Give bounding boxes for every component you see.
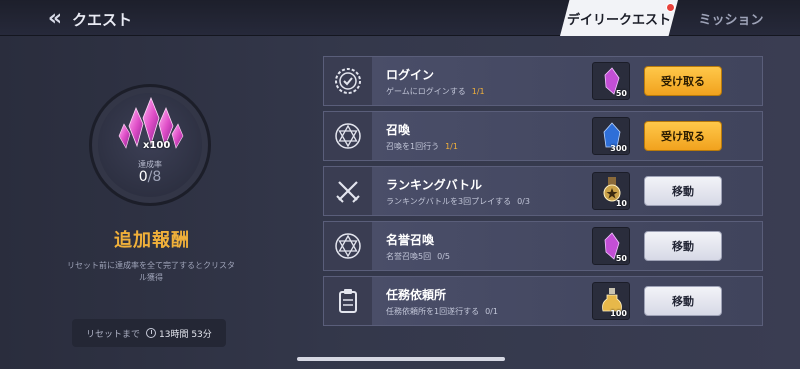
tab-mission[interactable]: ミッション (686, 0, 776, 36)
quest-desc-text: 名誉召喚5回 (386, 252, 432, 261)
summon-hexagram-icon (324, 222, 372, 270)
move-button[interactable]: 移動 (644, 176, 722, 206)
quest-desc-text: 召喚を1回行う (386, 142, 440, 151)
quest-description: ランキングバトルを3回プレイする 0/3 (386, 196, 530, 207)
tab-daily-quest[interactable]: デイリークエスト (560, 0, 678, 36)
reward-count: 50 (615, 254, 627, 263)
page-title: クエスト (72, 11, 133, 29)
login-badge-icon (324, 57, 372, 105)
quest-name: ログイン (386, 68, 435, 82)
quest-description: 任務依頼所を1回遂行する 0/1 (386, 306, 498, 317)
reward-slot: 100 (592, 282, 630, 320)
quest-desc-text: ランキングバトルを3回プレイする (386, 197, 512, 206)
reward-count: 100 (610, 309, 627, 318)
summon-hexagram-icon (324, 112, 372, 160)
completion-rate-value: 0/8 (128, 169, 172, 185)
rate-done: 0 (138, 169, 148, 185)
move-button[interactable]: 移動 (644, 286, 722, 316)
quest-description: ゲームにログインする 1/1 (386, 86, 485, 97)
quest-progress: 0/3 (517, 197, 530, 206)
reset-label: リセットまで (86, 329, 141, 340)
quest-name: ランキングバトル (386, 178, 483, 192)
reward-count: 300 (610, 144, 627, 153)
rate-total: /8 (147, 169, 162, 185)
bonus-reward-title: 追加報酬 (114, 230, 190, 251)
quest-progress: 1/1 (471, 87, 485, 96)
reward-slot: 50 (592, 62, 630, 100)
clock-icon (146, 328, 156, 338)
quest-row: 任務依頼所 任務依頼所を1回遂行する 0/1 100 移動 (323, 276, 763, 326)
quest-description: 召喚を1回行う 1/1 (386, 141, 458, 152)
top-bar: ‹‹ クエスト デイリークエスト ミッション (0, 0, 800, 36)
quest-desc-text: ゲームにログインする (386, 87, 466, 96)
notification-dot-icon (666, 3, 675, 12)
bonus-reward-description: リセット前に達成率を全て完了するとクリスタル獲得 (67, 261, 235, 282)
reward-slot: 300 (592, 117, 630, 155)
home-indicator[interactable] (297, 357, 505, 361)
quest-row: ランキングバトル ランキングバトルを3回プレイする 0/3 10 移動 (323, 166, 763, 216)
reset-time: 13時間 53分 (159, 329, 212, 340)
quest-name: 召喚 (386, 123, 411, 137)
clipboard-icon (324, 277, 372, 325)
reset-timer: リセットまで 13時間 53分 (72, 319, 226, 347)
claim-button[interactable]: 受け取る (644, 66, 722, 96)
reward-count: 50 (615, 89, 627, 98)
quest-row: 召喚 召喚を1回行う 1/1 300 受け取る (323, 111, 763, 161)
quest-list: ログイン ゲームにログインする 1/1 50 受け取る 召喚 召喚を1回行う 1/1… (323, 56, 763, 331)
quest-name: 名誉召喚 (386, 233, 435, 247)
move-button[interactable]: 移動 (644, 231, 722, 261)
quest-progress: 1/1 (445, 142, 458, 151)
quest-progress: 0/5 (437, 252, 450, 261)
back-chevron-icon[interactable]: ‹‹ (40, 6, 66, 31)
reward-slot: 10 (592, 172, 630, 210)
quest-row: ログイン ゲームにログインする 1/1 50 受け取る (323, 56, 763, 106)
crossed-swords-icon (324, 167, 372, 215)
quest-row: 名誉召喚 名誉召喚5回 0/5 50 移動 (323, 221, 763, 271)
reward-slot: 50 (592, 227, 630, 265)
quest-desc-text: 任務依頼所を1回遂行する (386, 307, 480, 316)
reward-count: 10 (615, 199, 627, 208)
quest-description: 名誉召喚5回 0/5 (386, 251, 450, 262)
quest-progress: 0/1 (485, 307, 498, 316)
quest-name: 任務依頼所 (386, 288, 447, 302)
claim-button[interactable]: 受け取る (644, 121, 722, 151)
crystal-amount: x100 (143, 140, 171, 151)
